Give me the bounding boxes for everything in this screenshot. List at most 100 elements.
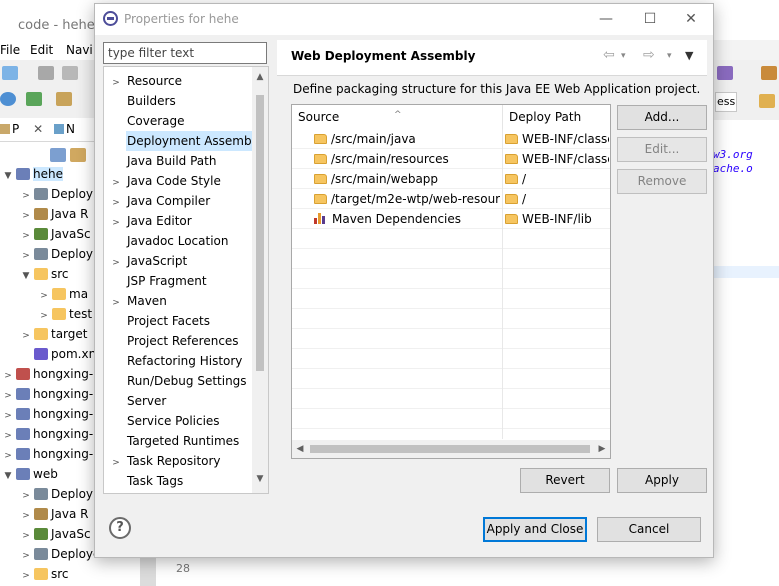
expand-icon[interactable]: > (20, 226, 32, 246)
expand-icon[interactable]: > (110, 193, 122, 213)
scroll-up-icon[interactable]: ▲ (252, 69, 268, 85)
nav-item-task-repository[interactable]: > Task Repository (104, 451, 252, 471)
explorer-tree-item[interactable]: > hongxing- (2, 444, 93, 464)
expand-icon[interactable]: > (20, 486, 32, 506)
nav-item-builders[interactable]: Builders (104, 91, 252, 111)
explorer-tree-item[interactable]: ▼ web (2, 464, 58, 484)
nav-item-refactoring-history[interactable]: Refactoring History (104, 351, 252, 371)
expand-icon[interactable]: > (2, 386, 14, 406)
table-row[interactable]: /src/main/resources WEB-INF/classes (292, 149, 610, 169)
table-row[interactable]: /src/main/webapp / (292, 169, 610, 189)
table-horizontal-scrollbar[interactable]: ◀ ▶ (292, 440, 610, 458)
tree-scrollbar[interactable] (140, 556, 156, 586)
add-button[interactable]: Add... (617, 105, 707, 130)
nav-item-jsp-fragment[interactable]: JSP Fragment (104, 271, 252, 291)
close-icon[interactable]: ✕ (680, 9, 702, 29)
brush-icon[interactable] (761, 66, 777, 80)
expand-icon[interactable]: > (110, 73, 122, 93)
collapse-all-icon[interactable] (50, 148, 66, 162)
maximize-icon[interactable]: ☐ (639, 9, 661, 29)
explorer-tree-item[interactable]: > hongxing- (2, 384, 93, 404)
expand-icon[interactable]: > (110, 453, 122, 473)
expand-icon[interactable]: > (20, 206, 32, 226)
expand-icon[interactable]: > (2, 426, 14, 446)
table-row[interactable]: /src/main/java WEB-INF/classes (292, 129, 610, 149)
new-icon[interactable] (2, 66, 18, 80)
explorer-tree-item[interactable]: > Deploy (20, 184, 93, 204)
nav-item-task-tags[interactable]: Task Tags (104, 471, 252, 491)
nav-item-deployment-assembly[interactable]: Deployment Assembly (104, 131, 264, 151)
explorer-tree-item[interactable]: ▼ src (20, 264, 69, 284)
expand-icon[interactable]: > (20, 186, 32, 206)
scroll-thumb[interactable] (256, 95, 264, 371)
view-menu-icon[interactable]: ▼ (685, 49, 693, 62)
apply-button[interactable]: Apply (617, 468, 707, 493)
nav-item-server[interactable]: Server (104, 391, 252, 411)
explorer-tree-item[interactable]: > Java R (20, 504, 88, 524)
expand-icon[interactable]: > (20, 546, 32, 566)
expand-icon[interactable]: > (38, 286, 50, 306)
nav-item-service-policies[interactable]: Service Policies (104, 411, 252, 431)
nav-item-java-build-path[interactable]: Java Build Path (104, 151, 252, 171)
back-icon[interactable]: ⇦ (603, 47, 615, 63)
explorer-tree-item[interactable]: > test (38, 304, 92, 324)
nav-item-java-code-style[interactable]: > Java Code Style (104, 171, 252, 191)
tab-package-explorer[interactable]: P ✕ (0, 122, 43, 136)
collapse-icon[interactable]: ▼ (2, 466, 14, 486)
explorer-tree-item[interactable]: > Deploy (20, 484, 93, 504)
nav-item-javascript[interactable]: > JavaScript (104, 251, 252, 271)
explorer-tree-item[interactable]: ▼ hehe (2, 164, 63, 184)
close-icon[interactable]: ✕ (33, 122, 43, 136)
explorer-tree-item[interactable]: > hongxing- (2, 364, 93, 384)
nav-item-targeted-runtimes[interactable]: Targeted Runtimes (104, 431, 252, 451)
column-header-source[interactable]: Source ^ (292, 105, 502, 129)
expand-icon[interactable]: > (20, 566, 32, 586)
nav-item-run-debug-settings[interactable]: Run/Debug Settings (104, 371, 252, 391)
expand-icon[interactable]: > (110, 293, 122, 313)
remove-button[interactable]: Remove (617, 169, 707, 194)
scroll-down-icon[interactable]: ▼ (252, 471, 268, 487)
explorer-tree-item[interactable]: > ma (38, 284, 88, 304)
explorer-tree-item[interactable]: > JavaSc (20, 224, 90, 246)
expand-icon[interactable]: > (20, 526, 32, 546)
tab-navigator[interactable]: N (54, 122, 75, 136)
help-icon[interactable]: ? (109, 517, 131, 539)
expand-icon[interactable]: > (2, 446, 14, 466)
link-editor-icon[interactable] (70, 148, 86, 162)
expand-icon[interactable]: > (110, 253, 122, 273)
explorer-tree-item[interactable]: > JavaSc (20, 524, 90, 546)
cancel-button[interactable]: Cancel (597, 517, 701, 542)
table-row[interactable]: /target/m2e-wtp/web-resources / (292, 189, 610, 209)
scroll-left-icon[interactable]: ◀ (292, 440, 308, 458)
expand-icon[interactable]: > (2, 406, 14, 426)
expand-icon[interactable]: > (20, 246, 32, 266)
explorer-tree-item[interactable]: > hongxing- (2, 424, 93, 444)
collapse-icon[interactable]: ▼ (20, 266, 32, 286)
nav-item-javadoc-location[interactable]: Javadoc Location (104, 231, 252, 251)
globe-icon[interactable] (0, 92, 16, 106)
quick-access-field[interactable]: ess (715, 92, 737, 112)
explorer-tree-item[interactable]: > Java R (20, 204, 88, 226)
expand-icon[interactable]: > (20, 326, 32, 346)
nav-item-coverage[interactable]: Coverage (104, 111, 252, 131)
explorer-tree-item[interactable]: > target (20, 324, 87, 346)
menu-edit[interactable]: Edit (30, 43, 53, 57)
scroll-right-icon[interactable]: ▶ (594, 440, 610, 458)
tree-vertical-scrollbar[interactable]: ▲ ▼ (252, 67, 268, 493)
revert-button[interactable]: Revert (520, 468, 610, 493)
save-all-icon[interactable] (62, 66, 78, 80)
save-icon[interactable] (38, 66, 54, 80)
scroll-thumb[interactable] (310, 445, 590, 453)
forward-menu-icon[interactable]: ▾ (667, 51, 672, 61)
dialog-titlebar[interactable]: Properties for hehe — ☐ ✕ (95, 4, 713, 35)
expand-icon[interactable]: > (2, 366, 14, 386)
collapse-icon[interactable]: ▼ (2, 166, 14, 186)
apply-and-close-button[interactable]: Apply and Close (483, 517, 587, 542)
menu-navigate[interactable]: Navi (66, 43, 93, 57)
open-perspective-icon[interactable] (759, 94, 775, 108)
expand-icon[interactable]: > (38, 306, 50, 326)
nav-item-java-compiler[interactable]: > Java Compiler (104, 191, 252, 211)
nav-item-maven[interactable]: > Maven (104, 291, 252, 311)
back-menu-icon[interactable]: ▾ (621, 51, 626, 61)
nav-item-project-facets[interactable]: Project Facets (104, 311, 252, 331)
